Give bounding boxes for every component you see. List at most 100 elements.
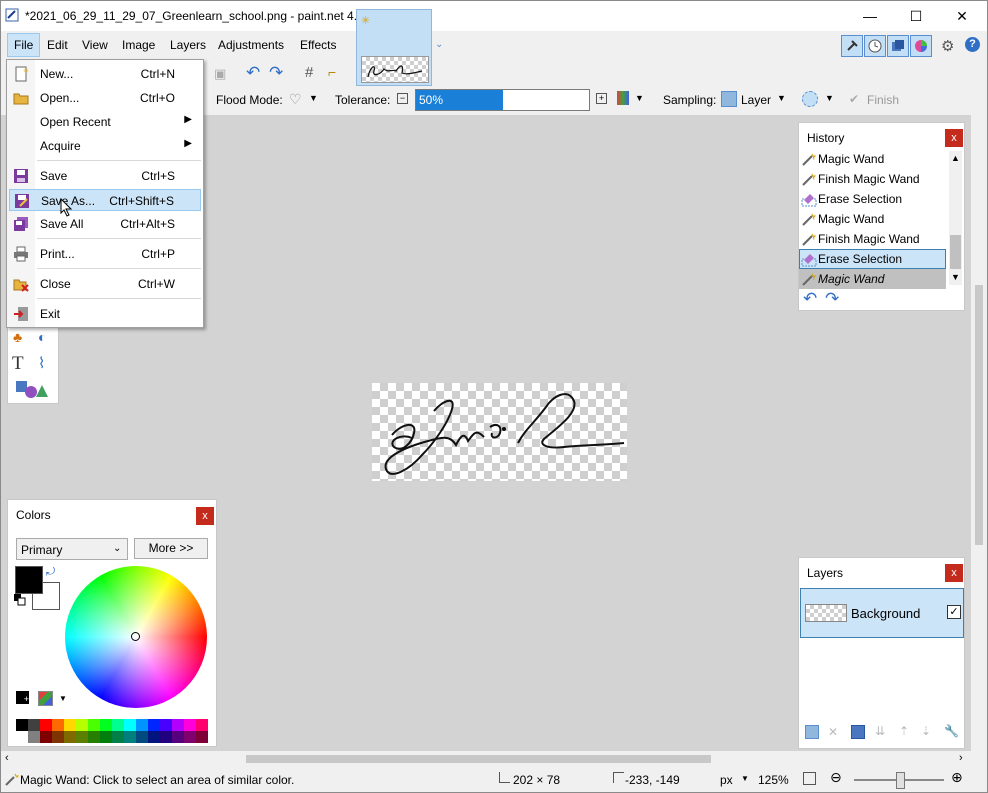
sampling-value[interactable]: Layer (741, 93, 771, 107)
undo-icon[interactable]: ↶ (246, 63, 260, 83)
blend-mode-icon[interactable] (617, 91, 629, 105)
horizontal-scroll-thumb[interactable] (246, 755, 711, 763)
finish-check-icon[interactable]: ✔ (849, 92, 859, 106)
scroll-up-icon[interactable]: ▲ (951, 153, 960, 163)
blend-mode-dropdown-icon[interactable]: ▼ (635, 93, 644, 103)
menu-item-print[interactable]: Print... Ctrl+P (9, 243, 201, 265)
tolerance-increase-icon[interactable]: + (596, 93, 607, 104)
palette-dropdown-icon[interactable]: ▼ (59, 694, 67, 703)
history-item-undone[interactable]: Magic Wand (799, 269, 946, 289)
history-item[interactable]: Finish Magic Wand (799, 169, 946, 189)
history-item-selected[interactable]: Erase Selection (799, 249, 946, 269)
history-close-button[interactable]: x (945, 129, 963, 147)
clone-stamp-icon[interactable]: ♣ (13, 329, 22, 345)
palette-swatch[interactable] (16, 731, 28, 743)
zoom-slider[interactable] (854, 772, 944, 789)
menu-item-save[interactable]: Save Ctrl+S (9, 165, 201, 187)
menu-item-exit[interactable]: Exit (9, 303, 201, 325)
recolor-icon[interactable]: ◐ (38, 329, 46, 345)
menu-view[interactable]: View (76, 33, 114, 57)
palette-swatch[interactable] (136, 731, 148, 743)
color-wheel-picker[interactable] (131, 632, 140, 641)
palette-swatch[interactable] (148, 719, 160, 731)
menu-effects[interactable]: Effects (294, 33, 342, 57)
layer-properties-icon[interactable]: 🔧 (944, 724, 959, 738)
flood-mode-icon[interactable]: ♡ (289, 91, 302, 108)
text-tool-icon[interactable]: T (12, 353, 24, 375)
history-item[interactable]: Magic Wand (799, 209, 946, 229)
colors-window-toggle[interactable] (910, 35, 932, 57)
palette-swatch[interactable] (124, 731, 136, 743)
palette-swatch[interactable] (160, 719, 172, 731)
layers-window-toggle[interactable] (887, 35, 909, 57)
color-palette[interactable] (16, 719, 208, 743)
palette-swatch[interactable] (112, 731, 124, 743)
horizontal-scrollbar[interactable]: ‹ › (1, 751, 971, 767)
palette-swatch[interactable] (100, 731, 112, 743)
zoom-fit-icon[interactable] (803, 772, 816, 785)
scroll-down-icon[interactable]: ▼ (951, 272, 960, 282)
sampling-dropdown-icon[interactable]: ▼ (777, 93, 786, 103)
tolerance-slider[interactable]: 50% (415, 89, 590, 111)
layers-close-button[interactable]: x (945, 564, 963, 582)
palette-swatch[interactable] (184, 731, 196, 743)
palette-swatch[interactable] (172, 731, 184, 743)
menu-image[interactable]: Image (116, 33, 161, 57)
menu-item-new[interactable]: ✳ New... Ctrl+N (9, 63, 201, 85)
palette-swatch[interactable] (100, 719, 112, 731)
add-palette-color-icon[interactable]: + (16, 691, 29, 704)
zoom-out-icon[interactable]: ⊖ (830, 769, 842, 786)
tolerance-decrease-icon[interactable]: − (397, 93, 408, 104)
palette-swatch[interactable] (52, 719, 64, 731)
history-item[interactable]: Magic Wand (799, 149, 946, 169)
menu-item-save-as[interactable]: Save As... Ctrl+Shift+S (9, 189, 201, 211)
palette-swatch[interactable] (64, 731, 76, 743)
palette-icon[interactable] (38, 691, 53, 706)
palette-swatch[interactable] (112, 719, 124, 731)
flood-mode-dropdown-icon[interactable]: ▼ (309, 93, 318, 103)
scroll-right-icon[interactable]: › (959, 752, 963, 764)
history-item[interactable]: Erase Selection (799, 189, 946, 209)
palette-swatch[interactable] (124, 719, 136, 731)
selection-mode-dropdown-icon[interactable]: ▼ (825, 93, 834, 103)
palette-swatch[interactable] (40, 719, 52, 731)
menu-item-open-recent[interactable]: Open Recent ▶ (9, 111, 201, 133)
minimize-button[interactable]: — (847, 1, 893, 31)
palette-swatch[interactable] (136, 719, 148, 731)
palette-swatch[interactable] (28, 719, 40, 731)
layer-row-background[interactable]: Background ✓ (800, 588, 964, 638)
move-layer-up-icon[interactable]: ⇡ (899, 724, 909, 738)
move-layer-down-icon[interactable]: ⇣ (921, 724, 931, 738)
palette-swatch[interactable] (64, 719, 76, 731)
palette-swatch[interactable] (76, 731, 88, 743)
image-tab-thumbnail[interactable]: ✳ (356, 9, 432, 86)
tools-window-toggle[interactable] (841, 35, 863, 57)
palette-swatch[interactable] (76, 719, 88, 731)
ruler-icon[interactable]: ⌐ (328, 64, 336, 80)
duplicate-layer-icon[interactable] (851, 725, 865, 739)
vertical-scroll-thumb[interactable] (975, 285, 983, 545)
vertical-scrollbar[interactable] (971, 115, 987, 751)
grid-icon[interactable]: # (305, 64, 313, 81)
color-mode-select[interactable]: Primary ⌄ (16, 538, 128, 560)
history-item[interactable]: Finish Magic Wand (799, 229, 946, 249)
history-redo-icon[interactable]: ↷ (825, 289, 839, 309)
maximize-button[interactable]: ☐ (893, 1, 939, 31)
menu-layers[interactable]: Layers (164, 33, 212, 57)
palette-swatch[interactable] (88, 731, 100, 743)
finish-button[interactable]: Finish (867, 93, 899, 107)
menu-item-open[interactable]: Open... Ctrl+O (9, 87, 201, 109)
help-icon[interactable]: ? (965, 37, 980, 52)
palette-swatch[interactable] (172, 719, 184, 731)
menu-adjustments[interactable]: Adjustments (212, 33, 290, 57)
reset-colors-icon[interactable] (14, 594, 26, 606)
zoom-level[interactable]: 125% (758, 773, 789, 787)
close-window-button[interactable]: ✕ (939, 1, 985, 31)
primary-color-swatch[interactable] (15, 566, 43, 594)
menu-item-close[interactable]: Close Ctrl+W (9, 273, 201, 295)
gear-icon[interactable]: ⚙ (941, 37, 954, 55)
swap-colors-icon[interactable]: ⤾ (46, 566, 55, 579)
palette-swatch[interactable] (160, 731, 172, 743)
image-canvas[interactable] (372, 383, 627, 481)
history-undo-icon[interactable]: ↶ (803, 289, 817, 309)
